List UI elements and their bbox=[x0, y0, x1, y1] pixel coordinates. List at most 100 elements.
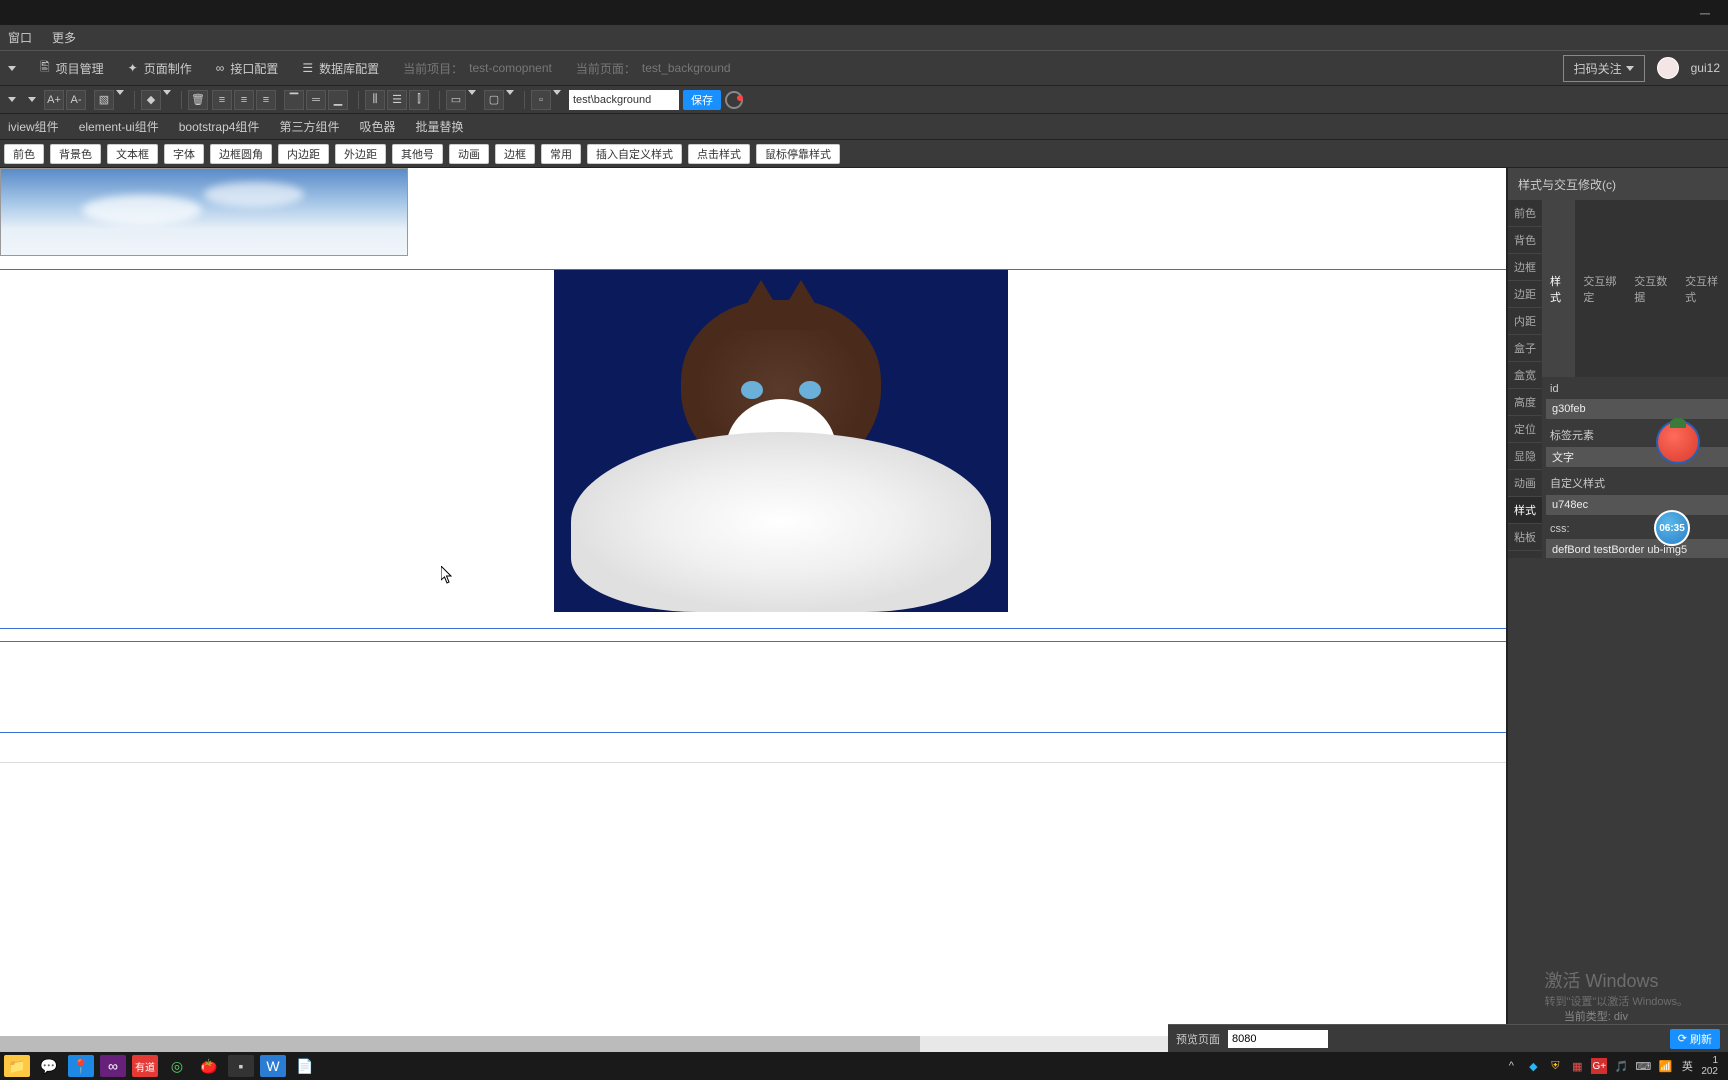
menu-window[interactable]: 窗口 bbox=[8, 29, 32, 46]
tab-element[interactable]: element-ui组件 bbox=[79, 118, 159, 135]
common-button[interactable]: 常用 bbox=[541, 144, 581, 164]
vscode-icon[interactable]: ∞ bbox=[100, 1055, 126, 1077]
margin-button[interactable]: 外边距 bbox=[335, 144, 386, 164]
api-config-button[interactable]: ∞ 接口配置 bbox=[216, 60, 279, 77]
dropdown-icon[interactable] bbox=[8, 66, 16, 71]
terminal-icon[interactable]: ▪ bbox=[228, 1055, 254, 1077]
top-tab-bind[interactable]: 交互绑定 bbox=[1575, 200, 1626, 377]
fgcolor-button[interactable]: 前色 bbox=[4, 144, 44, 164]
align-center-button[interactable]: ≡ bbox=[234, 90, 254, 110]
tray-music-icon[interactable]: 🎵 bbox=[1613, 1058, 1629, 1074]
tray-plus-icon[interactable]: G+ bbox=[1591, 1058, 1607, 1074]
side-tab-animation[interactable]: 动画 bbox=[1508, 470, 1542, 497]
selected-empty-row[interactable] bbox=[0, 641, 1506, 733]
image-button[interactable]: ▧ bbox=[94, 90, 114, 110]
user-avatar[interactable] bbox=[1657, 57, 1679, 79]
scan-qr-button[interactable]: 扫码关注 bbox=[1563, 55, 1645, 82]
tab-iview[interactable]: iview组件 bbox=[8, 118, 59, 135]
side-tab-height[interactable]: 高度 bbox=[1508, 389, 1542, 416]
tray-up-icon[interactable]: ^ bbox=[1503, 1058, 1519, 1074]
side-tab-margin[interactable]: 边距 bbox=[1508, 281, 1542, 308]
valign-bottom-button[interactable]: ▁ bbox=[328, 90, 348, 110]
browser-icon[interactable]: ◎ bbox=[164, 1055, 190, 1077]
tab-batchreplace[interactable]: 批量替换 bbox=[415, 118, 463, 135]
layer-button[interactable]: ◆ bbox=[141, 90, 161, 110]
side-tab-clipboard[interactable]: 粘板 bbox=[1508, 524, 1542, 551]
side-tab-style[interactable]: 样式 bbox=[1508, 497, 1542, 524]
side-tab-boxwidth[interactable]: 盒宽 bbox=[1508, 362, 1542, 389]
tray-cube-icon[interactable]: ◆ bbox=[1525, 1058, 1541, 1074]
db-config-button[interactable]: ☰ 数据库配置 bbox=[302, 60, 379, 77]
tomato-badge-icon[interactable] bbox=[1656, 420, 1700, 464]
project-mgmt-button[interactable]: 🖺 项目管理 bbox=[40, 58, 104, 79]
tray-ime-icon[interactable]: 英 bbox=[1679, 1058, 1695, 1074]
align-right-button[interactable]: ≡ bbox=[256, 90, 276, 110]
tray-shield-icon[interactable]: ⛨ bbox=[1547, 1058, 1563, 1074]
wechat-icon[interactable]: 💬 bbox=[36, 1055, 62, 1077]
toolbar-dropdown-2[interactable] bbox=[28, 97, 36, 102]
text-increase-button[interactable]: A+ bbox=[44, 90, 64, 110]
hoverstyle-button[interactable]: 鼠标停靠样式 bbox=[756, 144, 840, 164]
tab-bootstrap[interactable]: bootstrap4组件 bbox=[179, 118, 260, 135]
align-left-button[interactable]: ≡ bbox=[212, 90, 232, 110]
notepad-icon[interactable]: 📄 bbox=[292, 1055, 318, 1077]
device-button[interactable]: ▢ bbox=[484, 90, 504, 110]
app-icon[interactable]: 🍅 bbox=[196, 1055, 222, 1077]
tray-clock[interactable]: 1 202 bbox=[1701, 1055, 1718, 1077]
side-tab-box[interactable]: 盒子 bbox=[1508, 335, 1542, 362]
tray-keyboard-icon[interactable]: ⌨ bbox=[1635, 1058, 1651, 1074]
toolbar-dropdown-1[interactable] bbox=[8, 97, 16, 102]
valign-top-button[interactable]: ▔ bbox=[284, 90, 304, 110]
youdao-icon[interactable]: 有道 bbox=[132, 1055, 158, 1077]
layer-dropdown-icon[interactable] bbox=[163, 90, 171, 95]
textbox-button[interactable]: 文本框 bbox=[107, 144, 158, 164]
save-button[interactable]: 保存 bbox=[683, 90, 721, 110]
side-tab-visibility[interactable]: 显隐 bbox=[1508, 443, 1542, 470]
sky-image-element[interactable] bbox=[0, 168, 408, 256]
image-dropdown-icon[interactable] bbox=[116, 90, 124, 95]
border-button[interactable]: 边框 bbox=[495, 144, 535, 164]
text-decrease-button[interactable]: A- bbox=[66, 90, 86, 110]
side-tab-position[interactable]: 定位 bbox=[1508, 416, 1542, 443]
word-icon[interactable]: W bbox=[260, 1055, 286, 1077]
tab-colorpicker[interactable]: 吸色器 bbox=[359, 118, 395, 135]
more-button[interactable]: ▫ bbox=[531, 90, 551, 110]
tab-thirdparty[interactable]: 第三方组件 bbox=[279, 118, 339, 135]
other-button[interactable]: 其他号 bbox=[392, 144, 443, 164]
timer-badge[interactable]: 06:35 bbox=[1654, 510, 1690, 546]
side-tab-fgcolor[interactable]: 前色 bbox=[1508, 200, 1542, 227]
layout-dropdown-icon[interactable] bbox=[468, 90, 476, 95]
css-textarea[interactable] bbox=[1546, 539, 1728, 558]
tray-cpu-icon[interactable]: ▦ bbox=[1569, 1058, 1585, 1074]
maps-icon[interactable]: 📍 bbox=[68, 1055, 94, 1077]
customstyle-input[interactable] bbox=[1546, 495, 1728, 515]
minimize-button[interactable]: ─ bbox=[1690, 3, 1720, 23]
customstyle-button[interactable]: 插入自定义样式 bbox=[587, 144, 682, 164]
design-canvas[interactable] bbox=[0, 168, 1506, 1052]
tag-input[interactable] bbox=[1546, 447, 1728, 467]
canvas-empty-row[interactable] bbox=[0, 743, 1506, 763]
side-tab-bgcolor[interactable]: 背色 bbox=[1508, 227, 1542, 254]
port-input[interactable] bbox=[1228, 1030, 1328, 1048]
bgcolor-button[interactable]: 背景色 bbox=[50, 144, 101, 164]
id-input[interactable] bbox=[1546, 399, 1728, 419]
distribute-v-button[interactable]: ☰ bbox=[387, 90, 407, 110]
more-dropdown-icon[interactable] bbox=[553, 90, 561, 95]
top-tab-data[interactable]: 交互数据 bbox=[1626, 200, 1677, 377]
page-make-button[interactable]: ✦ 页面制作 bbox=[128, 60, 192, 77]
distribute-3-button[interactable]: ⫿ bbox=[409, 90, 429, 110]
padding-button[interactable]: 内边距 bbox=[278, 144, 329, 164]
side-tab-border[interactable]: 边框 bbox=[1508, 254, 1542, 281]
distribute-h-button[interactable]: ⫼ bbox=[365, 90, 385, 110]
menu-more[interactable]: 更多 bbox=[52, 29, 76, 46]
top-tab-istyle[interactable]: 交互样式 bbox=[1677, 200, 1728, 377]
layout-button[interactable]: ▭ bbox=[446, 90, 466, 110]
refresh-button[interactable]: ⟳ 刷新 bbox=[1670, 1029, 1720, 1049]
device-dropdown-icon[interactable] bbox=[506, 90, 514, 95]
cat-image-element[interactable] bbox=[554, 270, 1008, 612]
side-tab-padding[interactable]: 内距 bbox=[1508, 308, 1542, 335]
record-icon[interactable] bbox=[725, 91, 743, 109]
font-button[interactable]: 字体 bbox=[164, 144, 204, 164]
radius-button[interactable]: 边框圆角 bbox=[210, 144, 272, 164]
scrollbar-thumb[interactable] bbox=[0, 1036, 920, 1052]
